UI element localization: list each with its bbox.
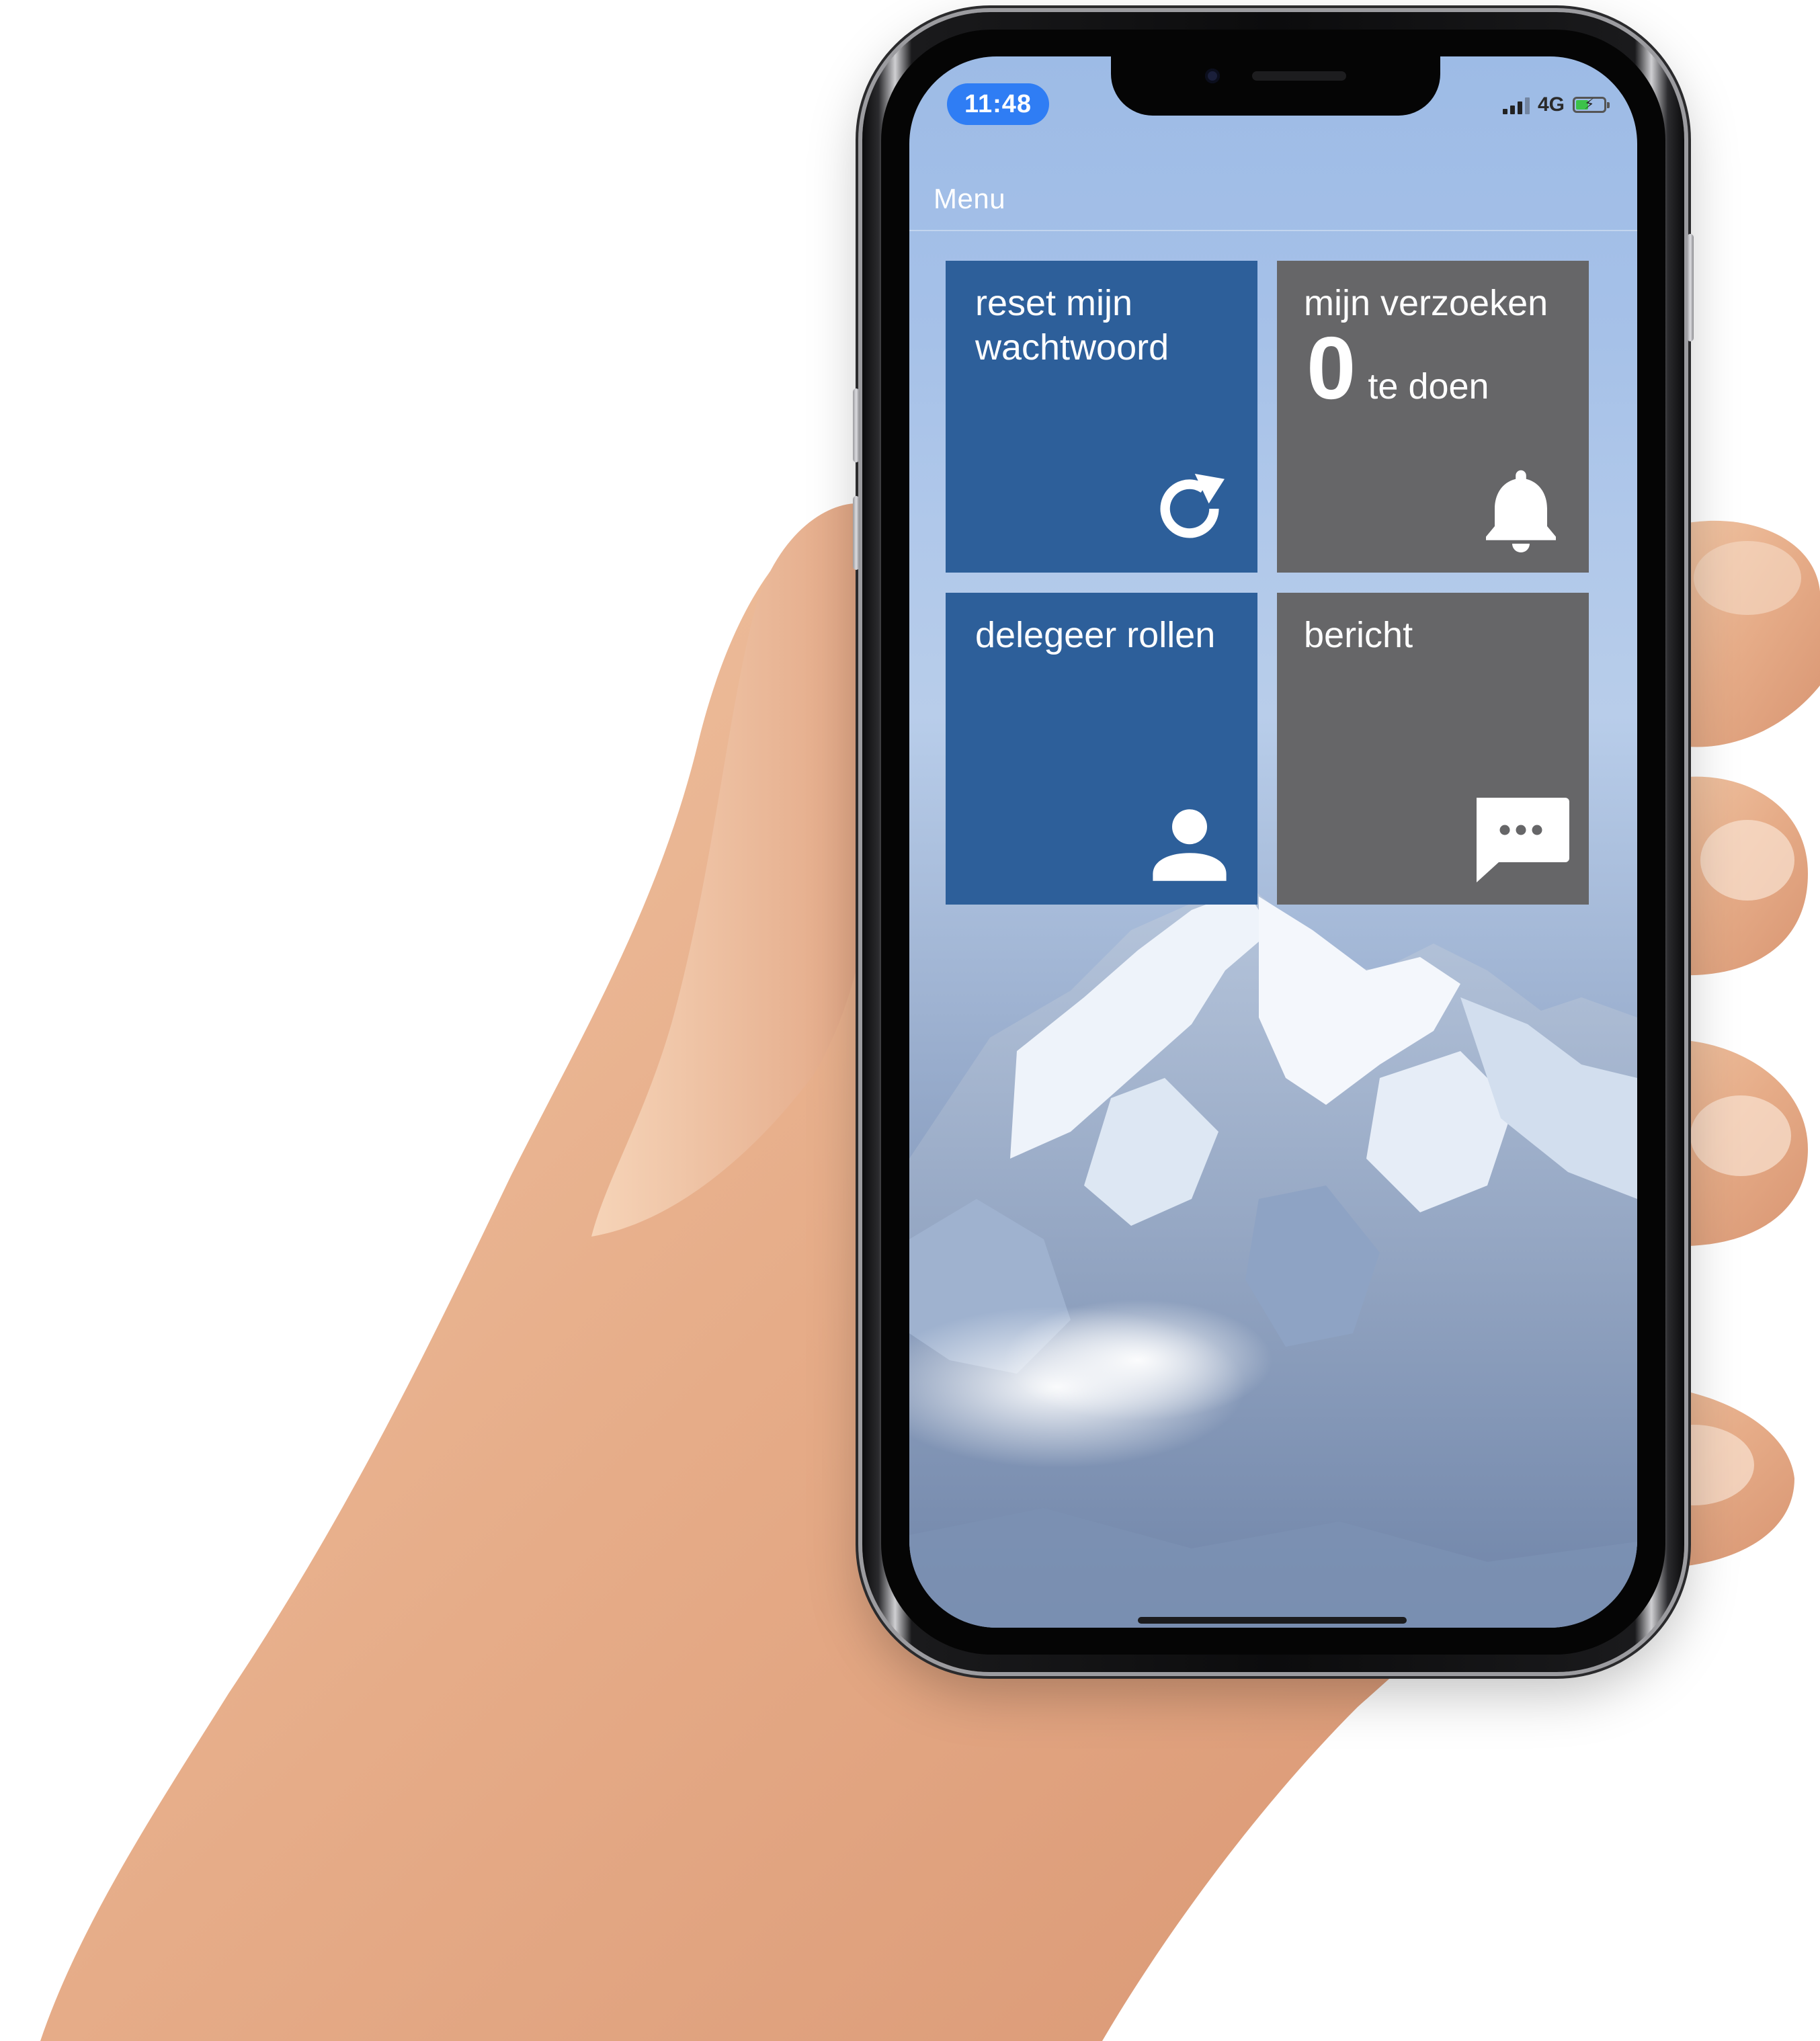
person-icon (1153, 809, 1227, 881)
request-counter: 0 te doen (1307, 319, 1559, 417)
message-icon (1477, 798, 1569, 882)
phone-side-button (853, 388, 860, 462)
phone-notch (1111, 56, 1440, 116)
tile-label: reset mijn wachtwoord (975, 283, 1169, 368)
menu-button[interactable]: Menu (934, 183, 1005, 215)
network-type: 4G (1537, 93, 1565, 116)
earpiece-speaker (1252, 71, 1346, 81)
tile-label: delegeer rollen (975, 615, 1216, 655)
refresh-icon (1160, 474, 1225, 538)
bell-icon (1486, 470, 1556, 552)
app-header: Menu (909, 169, 1637, 231)
tile-label: bericht (1304, 615, 1413, 655)
phone-power-button (1687, 234, 1694, 341)
battery-charging-icon: ⚡ (1573, 96, 1610, 113)
tile-reset-password[interactable]: reset mijn wachtwoord (946, 261, 1257, 573)
signal-bars-icon (1502, 95, 1530, 114)
tile-my-requests[interactable]: mijn verzoeken 0 te doen (1277, 261, 1589, 573)
status-time: 11:48 (947, 83, 1049, 125)
phone-frame: 11:48 4G ⚡ Menu reset mijn wachtwoord mi… (853, 12, 1694, 1672)
phone-side-button (853, 496, 860, 570)
request-count: 0 (1307, 319, 1356, 417)
home-indicator[interactable] (1138, 1617, 1407, 1624)
tile-message[interactable]: bericht (1277, 593, 1589, 905)
tile-delegate-roles[interactable]: delegeer rollen (946, 593, 1257, 905)
front-camera (1205, 69, 1220, 83)
request-count-unit: te doen (1368, 366, 1489, 407)
status-indicators: 4G ⚡ (1502, 91, 1610, 118)
phone-screen: 11:48 4G ⚡ Menu reset mijn wachtwoord mi… (909, 56, 1637, 1628)
marketing-stage: 11:48 4G ⚡ Menu reset mijn wachtwoord mi… (0, 0, 1820, 2041)
